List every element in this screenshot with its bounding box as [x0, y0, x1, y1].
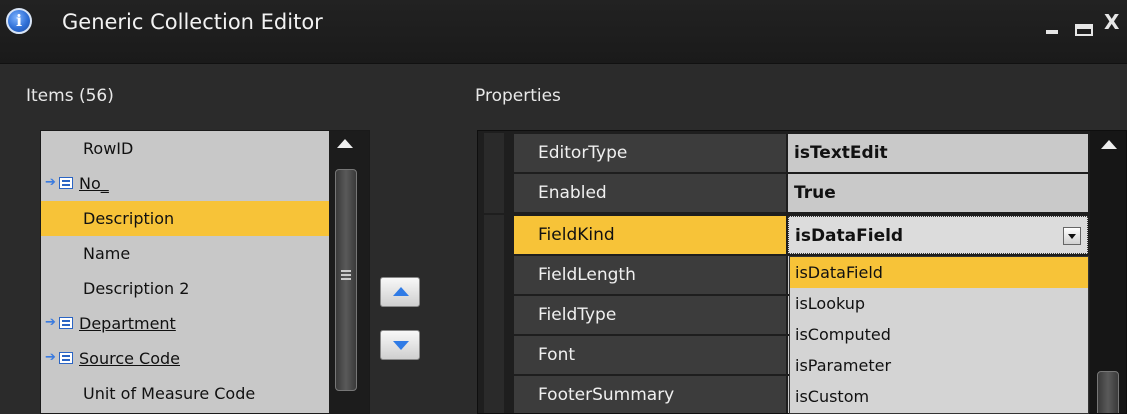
items-scrollbar[interactable]	[329, 131, 369, 413]
arrow-down-icon	[393, 341, 409, 350]
items-list[interactable]: RowID ➔ No_ Description Name Description …	[40, 130, 370, 414]
window-title: Generic Collection Editor	[62, 10, 323, 34]
property-name: FieldKind	[514, 216, 786, 254]
scroll-thumb[interactable]	[335, 169, 357, 391]
dropdown-option[interactable]: isParameter	[790, 350, 1088, 381]
list-item[interactable]: RowID	[41, 131, 331, 166]
maximize-button[interactable]	[1075, 24, 1093, 36]
list-item[interactable]: Description 2	[41, 271, 331, 306]
property-name: FooterSummary	[514, 376, 786, 413]
list-item-label: Source Code	[79, 349, 180, 368]
key-field-icon: ➔	[45, 176, 79, 190]
close-button[interactable]: X	[1104, 10, 1119, 34]
arrow-up-icon	[393, 287, 409, 296]
scroll-up-icon[interactable]	[337, 139, 353, 148]
minimize-button[interactable]	[1046, 16, 1058, 34]
list-item[interactable]: Unit of Measure Code	[41, 376, 331, 411]
scroll-up-icon[interactable]	[1101, 140, 1117, 149]
list-item-label: No_	[79, 174, 109, 193]
dropdown-option[interactable]: isLookup	[790, 288, 1088, 319]
list-item[interactable]: ➔ Department	[41, 306, 331, 341]
property-name: FieldLength	[514, 256, 786, 294]
scroll-thumb[interactable]	[1097, 371, 1119, 413]
property-row-fieldkind[interactable]: FieldKind isDataField	[478, 215, 1090, 255]
items-list-rows: RowID ➔ No_ Description Name Description …	[41, 131, 331, 411]
key-field-icon: ➔	[45, 316, 79, 330]
property-name: Enabled	[514, 174, 786, 212]
properties-scrollbar[interactable]	[1090, 131, 1126, 413]
list-item-label: RowID	[83, 139, 134, 158]
property-row-enabled[interactable]: Enabled True	[478, 173, 1090, 213]
properties-label: Properties	[475, 86, 561, 106]
property-value[interactable]: isTextEdit	[788, 134, 1088, 172]
property-value: isDataField	[795, 226, 904, 246]
list-item[interactable]: Description	[41, 201, 331, 236]
property-name: Font	[514, 336, 786, 374]
fieldkind-select[interactable]: isDataField	[788, 216, 1088, 254]
list-item-label: Unit of Measure Code	[83, 384, 256, 403]
list-item-label: Department	[79, 314, 176, 333]
info-icon: i	[6, 8, 32, 34]
items-label: Items (56)	[26, 86, 114, 106]
title-bar: i Generic Collection Editor X	[0, 0, 1127, 64]
chevron-down-icon[interactable]	[1063, 227, 1081, 245]
dropdown-option[interactable]: isDataField	[790, 257, 1088, 288]
property-value[interactable]: True	[788, 174, 1088, 212]
property-row-editortype[interactable]: EditorType isTextEdit	[478, 133, 1090, 173]
property-name: EditorType	[514, 134, 786, 172]
list-item-label: Name	[83, 244, 131, 263]
dropdown-option[interactable]: isCustom	[790, 381, 1088, 412]
list-item-label: Description 2	[83, 279, 190, 298]
list-item-label: Description	[83, 209, 175, 228]
list-item[interactable]: ➔ Source Code	[41, 341, 331, 376]
key-field-icon: ➔	[45, 351, 79, 365]
dropdown-option[interactable]: isComputed	[790, 319, 1088, 350]
move-up-button[interactable]	[380, 277, 420, 307]
property-name: FieldType	[514, 296, 786, 334]
move-down-button[interactable]	[380, 330, 420, 360]
fieldkind-dropdown[interactable]: isDataField isLookup isComputed isParame…	[789, 256, 1089, 414]
list-item[interactable]: Name	[41, 236, 331, 271]
list-item[interactable]: ➔ No_	[41, 166, 331, 201]
